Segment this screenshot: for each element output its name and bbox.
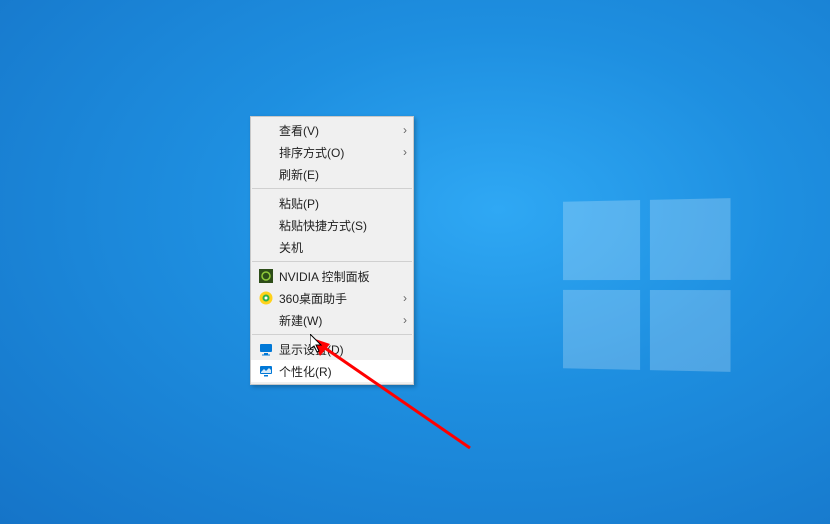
chevron-right-icon: › [397,313,407,327]
menu-item[interactable]: 刷新(E) [251,163,413,185]
display-icon [257,341,275,357]
chevron-right-icon: › [397,123,407,137]
blank-icon [257,166,275,182]
menu-item-label: 排序方式(O) [279,144,397,161]
nvidia-icon [257,268,275,284]
menu-item[interactable]: NVIDIA 控制面板 [251,265,413,287]
menu-separator [252,334,412,335]
personalize-icon [257,363,275,379]
desktop-background[interactable]: 查看(V)›排序方式(O)›刷新(E)粘贴(P)粘贴快捷方式(S)关机NVIDI… [0,0,830,524]
menu-item-label: NVIDIA 控制面板 [279,268,397,285]
menu-item-label: 个性化(R) [279,363,397,380]
menu-item[interactable]: 粘贴快捷方式(S) [251,214,413,236]
desktop-context-menu: 查看(V)›排序方式(O)›刷新(E)粘贴(P)粘贴快捷方式(S)关机NVIDI… [250,116,414,385]
menu-separator [252,188,412,189]
menu-item[interactable]: 显示设置(D) [251,338,413,360]
blank-icon [257,122,275,138]
menu-item-label: 显示设置(D) [279,341,397,358]
menu-item-label: 刷新(E) [279,166,397,183]
menu-item[interactable]: 关机 [251,236,413,258]
blank-icon [257,312,275,328]
blank-icon [257,195,275,211]
chevron-right-icon: › [397,291,407,305]
menu-item-label: 粘贴快捷方式(S) [279,217,397,234]
menu-item-label: 粘贴(P) [279,195,397,212]
chevron-right-icon: › [397,145,407,159]
menu-separator [252,261,412,262]
menu-item[interactable]: 360桌面助手› [251,287,413,309]
menu-item[interactable]: 查看(V)› [251,119,413,141]
menu-item[interactable]: 粘贴(P) [251,192,413,214]
blank-icon [257,144,275,160]
menu-item-label: 查看(V) [279,122,397,139]
360-icon [257,290,275,306]
blank-icon [257,239,275,255]
menu-item-label: 新建(W) [279,312,397,329]
menu-item-label: 360桌面助手 [279,290,397,307]
blank-icon [257,217,275,233]
windows-logo [563,198,730,372]
menu-item[interactable]: 个性化(R) [251,360,413,382]
menu-item[interactable]: 新建(W)› [251,309,413,331]
menu-item-label: 关机 [279,239,397,256]
menu-item[interactable]: 排序方式(O)› [251,141,413,163]
